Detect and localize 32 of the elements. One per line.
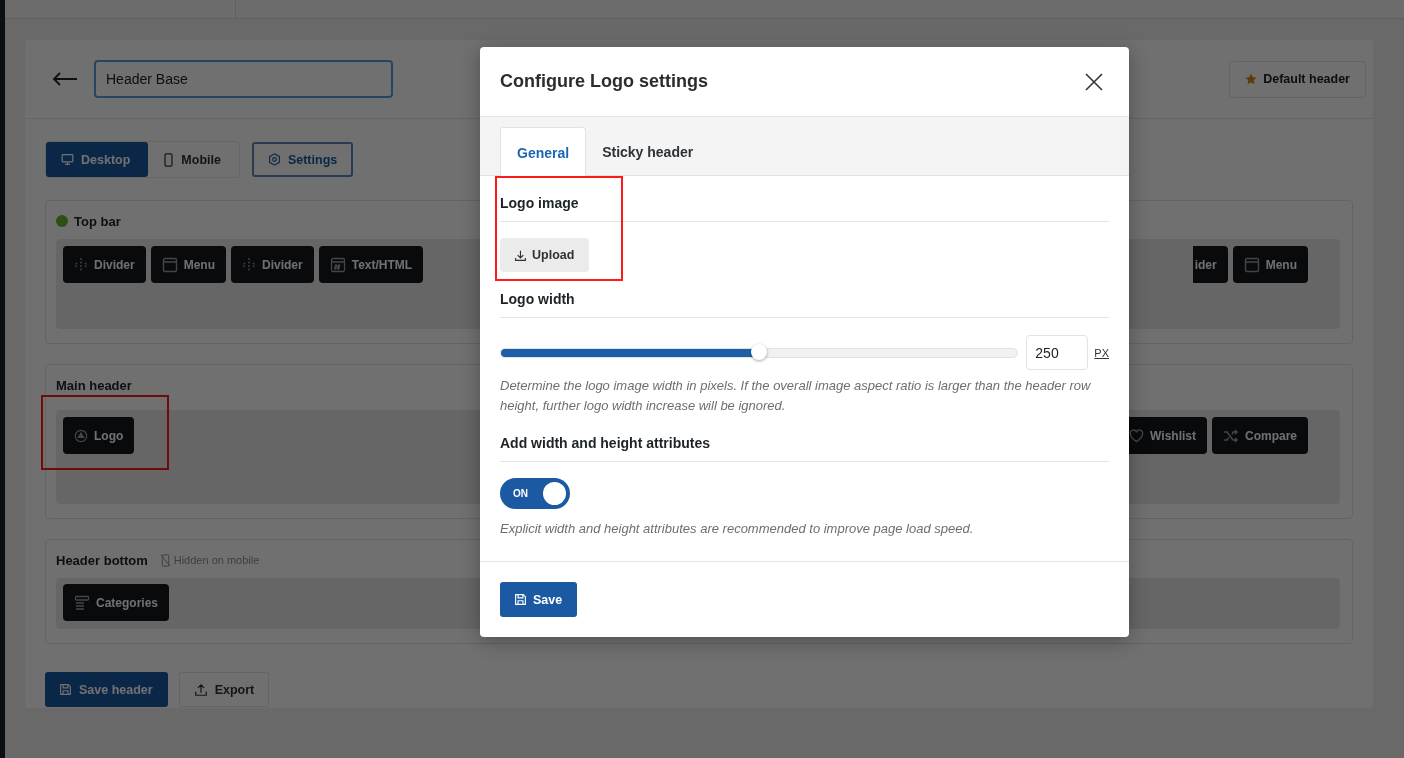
element-chip[interactable]: Divider: [231, 246, 314, 283]
device-tab[interactable]: Desktop: [46, 142, 149, 177]
element-chip[interactable]: Logo: [63, 417, 135, 454]
unit-link[interactable]: PX: [1094, 346, 1109, 359]
help-text: Explicit width and height attributes are recommended to improve page load speed.: [500, 520, 975, 538]
row-title: Main header: [56, 377, 132, 393]
element-chip[interactable]: Menu: [150, 246, 227, 283]
dialog-tab[interactable]: Sticky header: [586, 127, 710, 176]
element-chip[interactable]: Text/HTML: [318, 246, 424, 283]
row-title: Top bar: [74, 213, 121, 229]
element-chip[interactable]: Menu: [1232, 246, 1308, 283]
dialog-title: Configure Logo settings: [500, 71, 708, 92]
header-name-field[interactable]: Header Base: [94, 60, 393, 98]
element-chip[interactable]: Divider: [63, 246, 146, 283]
row-title: Header bottom: [56, 552, 148, 568]
dialog-tab[interactable]: General: [500, 127, 587, 178]
save-button[interactable]: Save: [500, 582, 578, 617]
width-input-field[interactable]: 250: [1026, 335, 1089, 370]
element-chip[interactable]: Categories: [63, 584, 170, 621]
setting-label: Logo image: [500, 176, 1109, 222]
device-tab[interactable]: Mobile: [148, 142, 239, 177]
help-text: Determine the logo image width in pixels. If the overall image aspect ratio is larger than the header row height, further logo width increase will be ignored.: [500, 377, 1092, 415]
element-chip[interactable]: Compare: [1212, 417, 1308, 454]
toggle-switch[interactable]: ON: [500, 478, 570, 509]
save-header-button[interactable]: Save header: [45, 672, 168, 707]
element-chip[interactable]: ider: [1192, 246, 1228, 283]
export-button[interactable]: Export: [178, 672, 270, 707]
upload-button[interactable]: Upload: [500, 238, 590, 272]
setting-label: Logo width: [500, 272, 1109, 318]
setting-label: Add width and height attributes: [500, 416, 1109, 462]
settings-button[interactable]: Settings: [251, 142, 354, 177]
default-header-button[interactable]: Default header: [1229, 60, 1366, 98]
